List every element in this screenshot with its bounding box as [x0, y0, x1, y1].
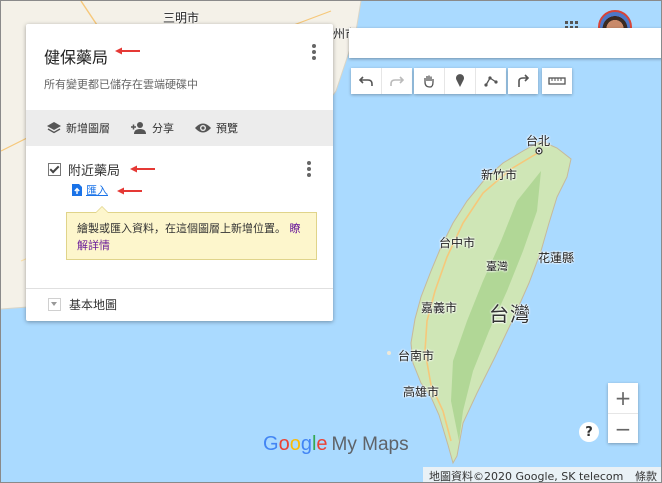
layer-options-menu-button[interactable]	[301, 159, 317, 179]
google-logo-letter: G	[263, 433, 279, 455]
google-logo-letter: o	[278, 433, 290, 455]
map-attribution-bar: 地圖資料©2020 Google, SK telecom 條款	[423, 467, 661, 483]
add-marker-button[interactable]	[445, 68, 476, 94]
add-person-icon	[131, 122, 146, 134]
panel-divider	[26, 288, 333, 289]
pan-hand-button[interactable]	[414, 68, 445, 94]
directions-toolbar	[508, 68, 538, 94]
preview-button[interactable]: 預覽	[194, 120, 238, 136]
add-layer-button[interactable]: 新增圖層	[46, 120, 110, 136]
panel-actions-bar: 新增圖層 分享 預覽	[26, 110, 333, 146]
app-frame: 三明市 州市 台北 新竹市 台中市 花蓮縣 臺灣 嘉義市 台灣 台南市 高雄市	[0, 0, 662, 483]
google-logo-letter: e	[316, 433, 328, 455]
map-options-menu-button[interactable]	[306, 42, 322, 62]
zoom-control: + −	[608, 383, 638, 443]
red-arrow-annotation	[115, 47, 140, 55]
zoom-in-button[interactable]: +	[608, 383, 638, 414]
share-label: 分享	[152, 122, 174, 135]
undo-icon	[359, 76, 373, 86]
ruler-icon	[548, 77, 566, 85]
save-status: 所有變更都已儲存在雲端硬碟中	[44, 78, 198, 91]
map-title[interactable]: 健保藥局	[44, 44, 108, 68]
import-label: 匯入	[86, 184, 108, 197]
terms-link[interactable]: 條款	[635, 468, 657, 483]
map-label-hsinchu: 新竹市	[481, 168, 518, 182]
layer-name[interactable]: 附近藥局	[68, 160, 120, 179]
draw-line-icon	[484, 76, 498, 87]
base-map-row[interactable]: 基本地圖	[48, 296, 117, 313]
measure-toolbar	[542, 68, 572, 94]
redo-icon	[390, 76, 404, 86]
tooltip-text: 繪製或匯入資料，在這個圖層上新增位置。	[77, 222, 286, 235]
edit-toolbar	[351, 68, 412, 94]
directions-icon	[518, 74, 530, 87]
help-button[interactable]: ?	[579, 422, 599, 442]
draw-line-button[interactable]	[476, 68, 506, 94]
map-label-taipei: 台北	[526, 134, 551, 148]
map-label-tainan: 台南市	[398, 349, 435, 363]
add-layer-label: 新增圖層	[66, 122, 110, 135]
attribution-text: 地圖資料©2020 Google, SK telecom	[429, 469, 624, 483]
import-hint-tooltip: 繪製或匯入資料，在這個圖層上新增位置。 瞭解詳情	[66, 206, 317, 260]
map-label-hualien: 花蓮縣	[538, 251, 575, 265]
map-label-taichung: 台中市	[439, 236, 476, 250]
measure-button[interactable]	[542, 68, 572, 94]
chevron-down-icon	[48, 298, 61, 311]
eye-icon	[195, 123, 211, 133]
map-search-box[interactable]	[349, 28, 661, 58]
google-logo-text: Google	[263, 433, 328, 455]
map-label-chiayi: 嘉義市	[421, 301, 458, 315]
marker-icon	[456, 74, 464, 87]
share-button[interactable]: 分享	[130, 120, 174, 136]
red-arrow-annotation	[117, 187, 142, 195]
import-link[interactable]: 匯入	[72, 182, 108, 198]
map-label-taiwan-province: 臺灣	[486, 260, 508, 273]
tools-toolbar	[414, 68, 506, 94]
google-logo-letter: o	[289, 433, 301, 455]
my-maps-logo-text: My Maps	[331, 434, 409, 455]
red-arrow-annotation	[130, 165, 155, 173]
import-file-icon	[72, 184, 82, 196]
google-my-maps-logo: Google My Maps	[263, 433, 409, 456]
add-directions-button[interactable]	[508, 68, 538, 94]
redo-button[interactable]	[382, 68, 412, 94]
layer-visibility-checkbox[interactable]	[48, 163, 61, 176]
hand-icon	[424, 75, 434, 88]
google-logo-letter: g	[300, 433, 312, 455]
map-label-taiwan: 台灣	[489, 302, 531, 326]
map-label-kaohsiung: 高雄市	[403, 385, 440, 399]
layers-icon	[47, 122, 61, 134]
zoom-out-button[interactable]: −	[608, 414, 638, 444]
map-layers-panel: 健保藥局 所有變更都已儲存在雲端硬碟中 新增圖層 分享 預覽 附近藥局 匯入 繪…	[26, 24, 333, 321]
base-map-label: 基本地圖	[69, 298, 118, 312]
preview-label: 預覽	[216, 122, 238, 135]
layer-header: 附近藥局	[48, 160, 120, 179]
undo-button[interactable]	[351, 68, 382, 94]
